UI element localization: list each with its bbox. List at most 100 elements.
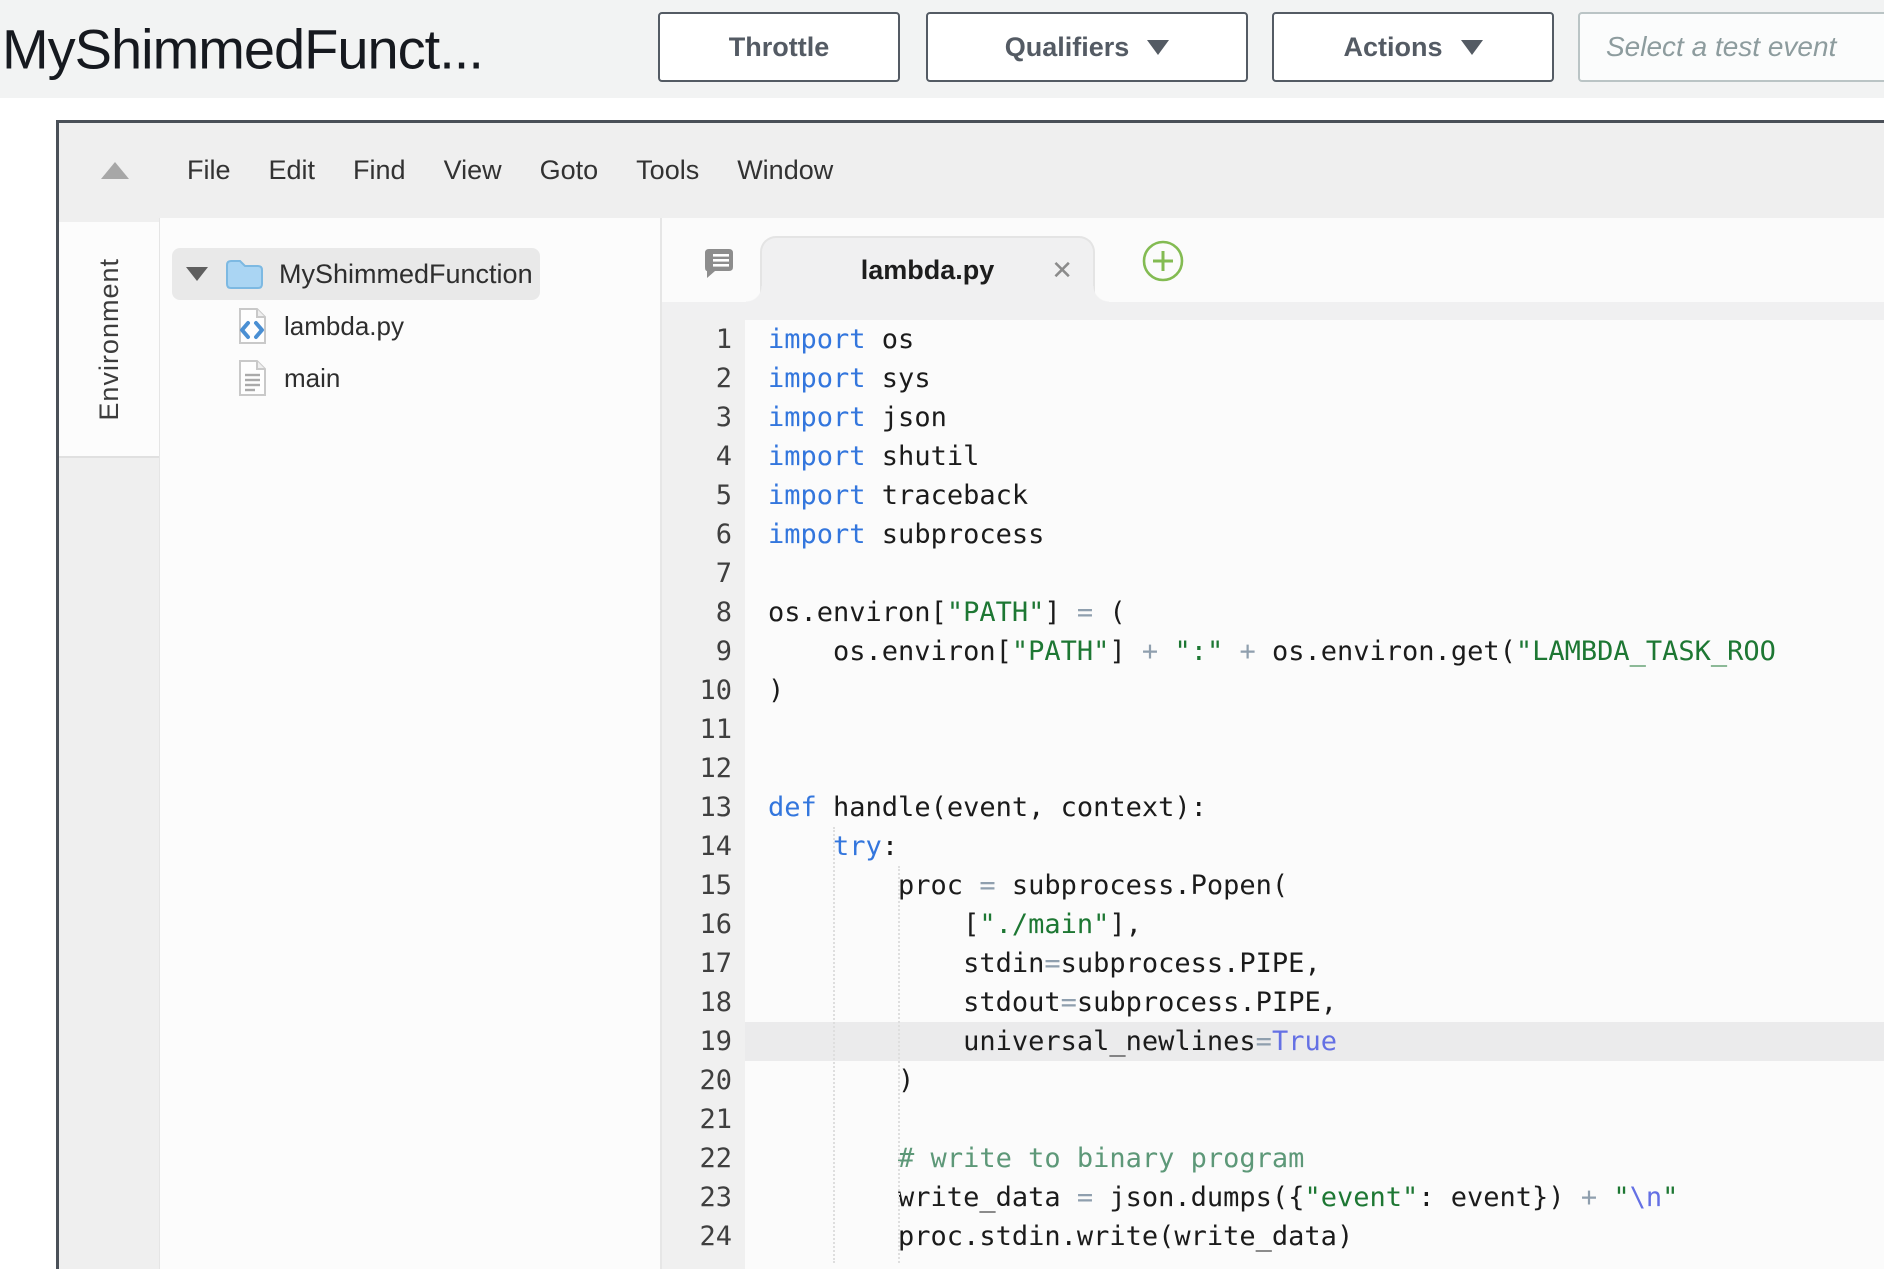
line-number: 9 bbox=[662, 632, 745, 671]
environment-tab[interactable]: Environment bbox=[59, 222, 159, 458]
actions-button-label: Actions bbox=[1343, 32, 1442, 63]
tree-file-list: lambda.py main bbox=[160, 300, 660, 404]
menu-item-find[interactable]: Find bbox=[353, 155, 406, 186]
code-line-15: 15 proc = subprocess.Popen( bbox=[662, 866, 1884, 905]
line-number: 6 bbox=[662, 515, 745, 554]
editor-window: File Edit Find View Goto Tools Window Environm… bbox=[56, 120, 1884, 1269]
test-event-placeholder: Select a test event bbox=[1606, 31, 1836, 63]
code-line-7: 7 bbox=[662, 554, 1884, 593]
line-number: 11 bbox=[662, 710, 745, 749]
tree-folder-row[interactable]: MyShimmedFunction bbox=[172, 248, 540, 300]
folder-name: MyShimmedFunction bbox=[279, 259, 533, 290]
tree-file-row-main[interactable]: main bbox=[160, 352, 660, 404]
tab-bar-bottom-band bbox=[662, 302, 1884, 320]
line-number: 16 bbox=[662, 905, 745, 944]
chevron-down-icon bbox=[1147, 40, 1169, 55]
menu-item-view[interactable]: View bbox=[444, 155, 502, 186]
actions-button[interactable]: Actions bbox=[1272, 12, 1554, 82]
line-content bbox=[745, 710, 768, 749]
code-line-6: 6import subprocess bbox=[662, 515, 1884, 554]
code-line-24: 24 proc.stdin.write(write_data) bbox=[662, 1217, 1884, 1256]
throttle-button[interactable]: Throttle bbox=[658, 12, 900, 82]
collapse-up-icon[interactable] bbox=[101, 162, 129, 179]
code-editor-area[interactable]: 1import os2import sys3import json4import… bbox=[662, 320, 1884, 1269]
line-number: 8 bbox=[662, 593, 745, 632]
environment-tab-label: Environment bbox=[94, 258, 125, 421]
tab-close-icon[interactable]: ✕ bbox=[1051, 257, 1073, 283]
folder-expand-caret-icon[interactable] bbox=[186, 267, 208, 281]
line-number: 15 bbox=[662, 866, 745, 905]
code-line-22: 22 # write to binary program bbox=[662, 1139, 1884, 1178]
open-files-list-icon[interactable] bbox=[700, 244, 736, 285]
line-content bbox=[745, 554, 768, 593]
menu-item-window[interactable]: Window bbox=[737, 155, 833, 186]
chevron-down-icon bbox=[1461, 40, 1483, 55]
code-line-12: 12 bbox=[662, 749, 1884, 788]
line-number: 12 bbox=[662, 749, 745, 788]
folder-icon bbox=[224, 258, 264, 290]
file-name: lambda.py bbox=[284, 311, 404, 342]
test-event-select[interactable]: Select a test event bbox=[1578, 12, 1884, 82]
line-content: ["./main"], bbox=[745, 905, 1142, 944]
line-number: 2 bbox=[662, 359, 745, 398]
code-line-11: 11 bbox=[662, 710, 1884, 749]
code-line-18: 18 stdout=subprocess.PIPE, bbox=[662, 983, 1884, 1022]
code-line-20: 20 ) bbox=[662, 1061, 1884, 1100]
line-content: import sys bbox=[745, 359, 931, 398]
code-line-2: 2import sys bbox=[662, 359, 1884, 398]
line-number: 10 bbox=[662, 671, 745, 710]
menu-bar-items: File Edit Find View Goto Tools Window bbox=[187, 155, 833, 186]
line-number: 20 bbox=[662, 1061, 745, 1100]
line-number: 18 bbox=[662, 983, 745, 1022]
line-number: 21 bbox=[662, 1100, 745, 1139]
line-number: 17 bbox=[662, 944, 745, 983]
code-line-17: 17 stdin=subprocess.PIPE, bbox=[662, 944, 1884, 983]
code-line-21: 21 bbox=[662, 1100, 1884, 1139]
line-number: 7 bbox=[662, 554, 745, 593]
file-name: main bbox=[284, 363, 340, 394]
line-number: 5 bbox=[662, 476, 745, 515]
console-header-bar: MyShimmedFunct... Throttle Qualifiers Ac… bbox=[0, 0, 1884, 98]
line-content: import os bbox=[745, 320, 914, 359]
menu-item-tools[interactable]: Tools bbox=[636, 155, 699, 186]
code-line-5: 5import traceback bbox=[662, 476, 1884, 515]
qualifiers-button[interactable]: Qualifiers bbox=[926, 12, 1248, 82]
line-number: 24 bbox=[662, 1217, 745, 1256]
file-tree: MyShimmedFunction lambda.py main bbox=[160, 218, 662, 1269]
tab-lambda-py[interactable]: lambda.py ✕ bbox=[760, 236, 1095, 302]
menu-item-edit[interactable]: Edit bbox=[269, 155, 316, 186]
code-line-16: 16 ["./main"], bbox=[662, 905, 1884, 944]
left-tab-strip: Environment bbox=[59, 218, 160, 1269]
line-content: ) bbox=[745, 1061, 914, 1100]
line-number: 13 bbox=[662, 788, 745, 827]
line-content: proc = subprocess.Popen( bbox=[745, 866, 1288, 905]
line-content: import traceback bbox=[745, 476, 1028, 515]
line-content: write_data = json.dumps({"event": event}… bbox=[745, 1178, 1678, 1217]
line-number: 1 bbox=[662, 320, 745, 359]
new-tab-plus-icon[interactable] bbox=[1140, 238, 1186, 289]
code-line-10: 10) bbox=[662, 671, 1884, 710]
editor-menu-bar: File Edit Find View Goto Tools Window bbox=[59, 123, 1884, 218]
text-file-icon bbox=[235, 358, 269, 398]
code-file-icon bbox=[235, 306, 269, 346]
code-panel: lambda.py ✕ 1import os2import sys3import… bbox=[662, 218, 1884, 1269]
line-content: def handle(event, context): bbox=[745, 788, 1207, 827]
line-number: 3 bbox=[662, 398, 745, 437]
line-content: import shutil bbox=[745, 437, 979, 476]
line-number: 23 bbox=[662, 1178, 745, 1217]
line-content: proc.stdin.write(write_data) bbox=[745, 1217, 1353, 1256]
line-content: # write to binary program bbox=[745, 1139, 1304, 1178]
line-content: try: bbox=[745, 827, 898, 866]
code-line-3: 3import json bbox=[662, 398, 1884, 437]
qualifiers-button-label: Qualifiers bbox=[1005, 32, 1130, 63]
throttle-button-label: Throttle bbox=[729, 32, 830, 63]
code-line-13: 13def handle(event, context): bbox=[662, 788, 1884, 827]
indent-guide bbox=[833, 827, 835, 1263]
code-line-8: 8os.environ["PATH"] = ( bbox=[662, 593, 1884, 632]
tree-file-row-lambda-py[interactable]: lambda.py bbox=[160, 300, 660, 352]
menu-item-goto[interactable]: Goto bbox=[540, 155, 599, 186]
code-line-19: 19 universal_newlines=True bbox=[662, 1022, 1884, 1061]
menu-item-file[interactable]: File bbox=[187, 155, 231, 186]
code-line-14: 14 try: bbox=[662, 827, 1884, 866]
code-line-9: 9 os.environ["PATH"] + ":" + os.environ.… bbox=[662, 632, 1884, 671]
